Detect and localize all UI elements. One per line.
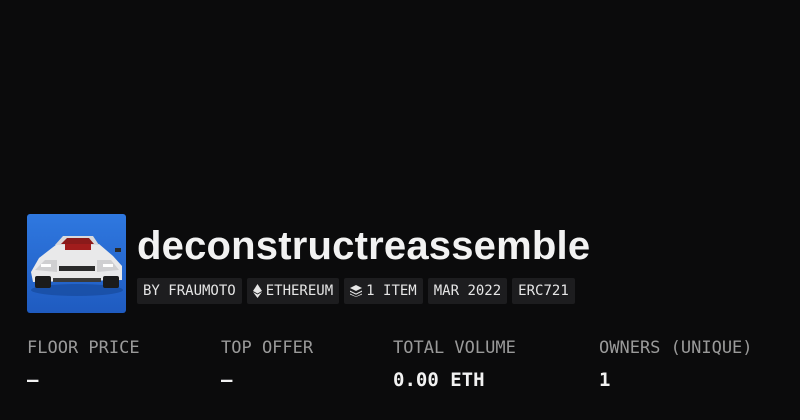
collection-page: deconstructreassemble BY FRAUMOTO ETHERE… xyxy=(0,0,800,420)
collection-title: deconstructreassemble xyxy=(137,224,591,268)
owners-label: OWNERS (UNIQUE) xyxy=(599,338,753,358)
collection-avatar[interactable] xyxy=(27,214,126,313)
layers-icon xyxy=(350,285,363,297)
date-label: MAR 2022 xyxy=(433,283,502,299)
date-tag: MAR 2022 xyxy=(427,278,508,304)
owners-value: 1 xyxy=(599,369,611,391)
collection-info: deconstructreassemble BY FRAUMOTO ETHERE… xyxy=(137,214,590,304)
creator-tag[interactable]: BY FRAUMOTO xyxy=(137,278,242,304)
chain-label: ETHEREUM xyxy=(265,283,334,299)
sports-car-image xyxy=(27,214,126,313)
floor-price-value: — xyxy=(27,369,39,391)
standard-tag: ERC721 xyxy=(512,278,575,304)
items-label: 1 ITEM xyxy=(366,283,417,299)
stat-floor-price: FLOOR PRICE — xyxy=(27,337,140,392)
ethereum-icon xyxy=(252,284,262,298)
stat-owners: OWNERS (UNIQUE) 1 xyxy=(599,337,753,392)
collection-tags: BY FRAUMOTO ETHEREUM 1 ITEM MAR 2022 ERC… xyxy=(137,278,590,304)
top-offer-value: — xyxy=(221,369,233,391)
creator-label: BY FRAUMOTO xyxy=(143,283,236,299)
stat-top-offer: TOP OFFER — xyxy=(221,337,313,392)
standard-label: ERC721 xyxy=(518,283,569,299)
floor-price-label: FLOOR PRICE xyxy=(27,338,140,358)
collection-header: deconstructreassemble BY FRAUMOTO ETHERE… xyxy=(27,214,590,313)
collection-stats: FLOOR PRICE — TOP OFFER — TOTAL VOLUME 0… xyxy=(27,337,787,397)
chain-tag[interactable]: ETHEREUM xyxy=(246,278,340,304)
top-offer-label: TOP OFFER xyxy=(221,338,314,358)
total-volume-label: TOTAL VOLUME xyxy=(393,338,516,358)
items-tag[interactable]: 1 ITEM xyxy=(344,278,423,304)
stat-total-volume: TOTAL VOLUME 0.00 ETH xyxy=(393,337,516,392)
total-volume-value: 0.00 ETH xyxy=(393,369,485,391)
